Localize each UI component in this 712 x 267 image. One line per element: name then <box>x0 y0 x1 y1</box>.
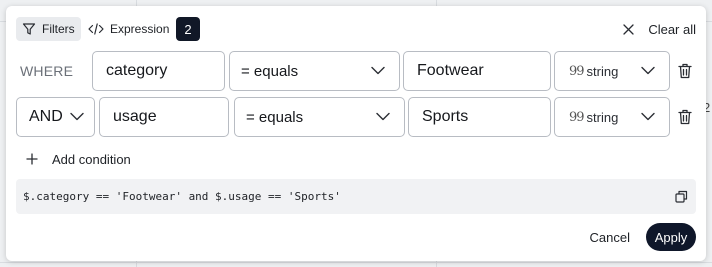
code-icon <box>88 23 104 35</box>
operator-select[interactable]: = equals <box>234 97 405 137</box>
filter-icon <box>22 23 36 35</box>
operator-value: = equals <box>246 108 304 126</box>
panel-footer: Cancel Apply <box>590 223 696 251</box>
add-condition-button[interactable]: Add condition <box>26 149 131 169</box>
type-value: string <box>586 109 619 125</box>
quote-icon: 99 <box>569 109 585 125</box>
chevron-down-icon <box>641 66 655 75</box>
operator-select[interactable]: = equals <box>229 51 400 91</box>
field-value: category <box>106 62 168 79</box>
chevron-down-icon <box>376 112 390 121</box>
quote-icon: 99 <box>569 63 585 79</box>
chevron-down-icon <box>70 112 84 121</box>
operator-value: = equals <box>241 62 299 80</box>
field-value: usage <box>113 108 157 125</box>
type-select[interactable]: 99 string <box>554 97 670 137</box>
condition-connector-label: WHERE <box>20 63 74 79</box>
type-value: string <box>586 63 619 79</box>
field-select[interactable]: category <box>92 51 225 91</box>
expression-text: $.category == 'Footwear' and $.usage == … <box>23 190 341 203</box>
tab-filters-label: Filters <box>42 22 75 36</box>
apply-button[interactable]: Apply <box>646 223 696 251</box>
tab-expression[interactable]: Expression <box>86 17 170 41</box>
filter-toolbar: Filters Expression 2 Clear all <box>16 17 696 41</box>
expression-preview: $.category == 'Footwear' and $.usage == … <box>16 179 696 214</box>
field-select[interactable]: usage <box>99 97 229 137</box>
value-input[interactable]: Footwear <box>403 51 551 91</box>
plus-icon <box>26 153 38 165</box>
tab-expression-label: Expression <box>110 22 170 36</box>
chevron-down-icon <box>371 66 385 75</box>
clear-all-label: Clear all <box>648 21 696 37</box>
filter-panel: Filters Expression 2 Clear all WHERE cat… <box>6 6 706 261</box>
connector-select[interactable]: AND <box>16 97 95 137</box>
add-condition-label: Add condition <box>52 151 131 167</box>
delete-condition-icon[interactable] <box>678 63 692 79</box>
value-text: Sports <box>422 108 469 125</box>
condition-count-badge: 2 <box>176 17 200 41</box>
value-input[interactable]: Sports <box>408 97 551 137</box>
condition-row: WHERE category = equals Footwear 99 stri… <box>16 51 696 91</box>
close-icon <box>623 23 634 35</box>
delete-condition-icon[interactable] <box>678 109 692 125</box>
value-text: Footwear <box>417 62 484 79</box>
type-select[interactable]: 99 string <box>554 51 670 91</box>
condition-row: AND usage = equals Sports 99 string <box>16 97 696 137</box>
cancel-button[interactable]: Cancel <box>590 230 630 245</box>
copy-icon[interactable] <box>675 190 688 203</box>
connector-value: AND <box>29 108 63 125</box>
chevron-down-icon <box>641 112 655 121</box>
clear-all-button[interactable]: Clear all <box>623 17 696 41</box>
tab-filters[interactable]: Filters <box>16 17 81 41</box>
